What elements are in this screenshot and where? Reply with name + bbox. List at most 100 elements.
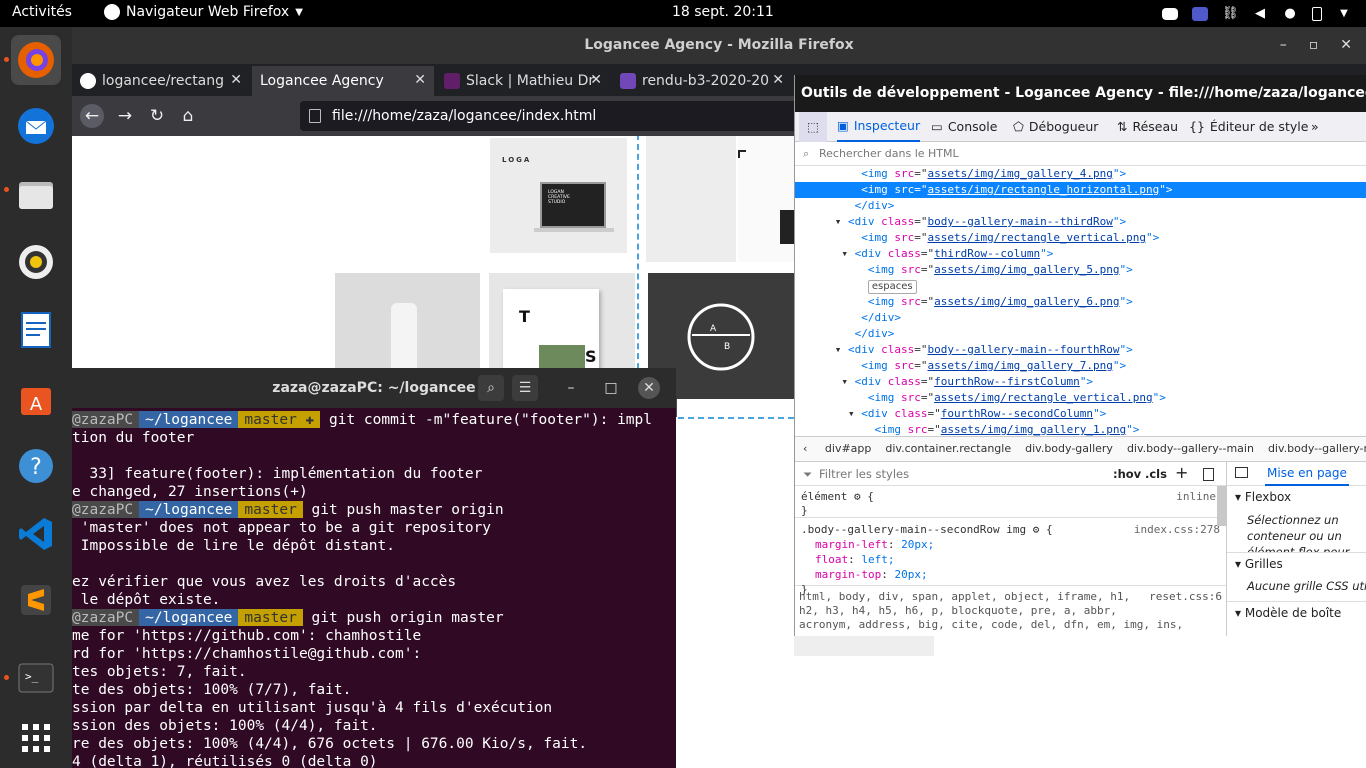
devtools-titlebar[interactable]: Outils de développement - Logancee Agenc… [795,75,1366,112]
element-picker-icon[interactable]: ⬚ [799,112,827,142]
more-tabs-icon[interactable]: » [1311,112,1319,142]
tab-console[interactable]: ▭ Console [931,112,997,142]
markup-node[interactable]: espaces [795,278,1366,294]
add-rule-icon[interactable]: + [1175,461,1188,485]
reset-source[interactable]: reset.css:6 [1149,590,1222,604]
terminal-output[interactable]: @zazaPC ~/logancee master ✚ git commit -m"… [72,408,676,768]
tab-logancee[interactable]: Logancee Agency ✕ [252,66,434,96]
back-button[interactable]: ← [80,104,104,128]
teams-icon[interactable] [1192,6,1208,21]
rule-source[interactable]: index.css:278 [1134,522,1220,537]
discord-icon[interactable] [1162,7,1178,20]
menu-icon[interactable]: ☰ [512,375,538,401]
cls-button[interactable]: .cls [1145,462,1167,486]
home-button[interactable]: ⌂ [176,104,200,128]
dock-terminal[interactable]: >_ [11,653,61,703]
system-tray[interactable]: ⛓ ◀ ● ▼ [1162,2,1352,25]
dock-rhythmbox[interactable] [11,237,61,287]
grilles-section[interactable]: ▾ Grilles [1227,552,1366,575]
hov-button[interactable]: :hov [1113,462,1141,486]
dock-files[interactable] [11,169,61,219]
tab-slack[interactable]: Slack | Mathieu Dr ✕ [436,66,610,96]
breadcrumb-item[interactable]: div.body-gallery [1025,442,1113,455]
breadcrumb-item[interactable]: div.body--gallery-main--se [1268,442,1366,455]
sidebar-toggle-icon[interactable] [1235,467,1248,478]
gear-icon[interactable]: ⚙ { [1026,523,1053,536]
markup-node[interactable]: </div> [795,326,1366,342]
tab-debogueur[interactable]: ⬠ Débogueur [1013,112,1098,142]
css-declaration[interactable]: margin-left: 20px; [815,537,1220,552]
markup-node[interactable]: <img src="assets/img/img_gallery_4.png"> [795,166,1366,182]
tab-editeur-style[interactable]: {} Éditeur de style [1189,112,1308,142]
microphone-icon[interactable]: ● [1282,6,1298,21]
terminal-window[interactable]: zaza@zazaPC: ~/logancee ⌕ ☰ – □ ✕ @zazaP… [72,368,676,768]
maximize-button[interactable]: ▫ [1309,27,1319,64]
markup-node[interactable]: ▾ <div class="fourthRow--firstColumn"> [795,374,1366,390]
rules-scrollbar[interactable] [1217,486,1227,526]
close-button[interactable]: ✕ [638,377,660,399]
maximize-button[interactable]: □ [598,375,624,401]
box-model-section[interactable]: ▾ Modèle de boîte [1227,601,1366,624]
dock-thunderbird[interactable] [11,101,61,151]
markup-node[interactable]: ▾ <div class="body--gallery-main--thirdR… [795,214,1366,230]
minimize-button[interactable]: – [558,375,584,401]
dock-sublime-text[interactable] [11,575,61,625]
close-tab-icon[interactable]: ✕ [590,72,602,88]
markup-node[interactable]: </div> [795,198,1366,214]
clock[interactable]: 18 sept. 20:11 [672,4,774,20]
chevron-down-icon[interactable]: ▼ [1336,7,1352,21]
css-declaration[interactable]: margin-top: 20px; [815,567,1220,582]
markup-node[interactable]: ▾ <div class="fourthRow--secondColumn"> [795,406,1366,422]
tab-rendu[interactable]: rendu-b3-2020-20 ✕ [612,66,792,96]
dock-vscode[interactable] [11,509,61,559]
dock-help[interactable]: ? [11,441,61,491]
breadcrumb-item[interactable]: div#app [825,442,871,455]
battery-icon[interactable] [1312,6,1322,21]
close-tab-icon[interactable]: ✕ [772,72,784,88]
volume-icon[interactable]: ◀ [1252,6,1268,21]
gear-icon[interactable]: ⚙ { [854,490,874,503]
markup-node[interactable]: <img src="assets/img/rectangle_horizonta… [795,182,1366,198]
breadcrumb-item[interactable]: div.body--gallery--main [1127,442,1254,455]
styles-filter[interactable]: ⏷ Filtrer les styles :hov .cls + [795,462,1226,486]
tab-github[interactable]: logancee/rectang ✕ [72,66,250,96]
breadcrumb-back-icon[interactable]: ‹ [803,442,807,455]
markup-node[interactable]: <img src="assets/img/img_gallery_6.png"> [795,294,1366,310]
close-tab-icon[interactable]: ✕ [230,72,242,88]
html-search[interactable]: ⌕ Rechercher dans le HTML [795,142,1366,166]
rule-source[interactable]: inline [1176,490,1216,503]
markup-node[interactable]: </div> [795,310,1366,326]
rule-selector[interactable]: .body--gallery-main--secondRow img [801,523,1026,536]
close-tab-icon[interactable]: ✕ [414,72,426,88]
markup-node[interactable]: ▾ <div class="body--gallery-main--fourth… [795,342,1366,358]
markup-node[interactable]: <img src="assets/img/img_gallery_5.png"> [795,262,1366,278]
markup-node[interactable]: ▾ <div class="thirdRow--column"> [795,246,1366,262]
activities-button[interactable]: Activités [12,4,72,20]
minimize-button[interactable]: – [1280,27,1287,64]
dock-ubuntu-software[interactable]: A [11,373,61,423]
print-media-icon[interactable] [1203,468,1214,481]
breadcrumb-item[interactable]: div.container.rectangle [885,442,1011,455]
dock-firefox[interactable] [11,35,61,85]
markup-tree[interactable]: <img src="assets/img/img_gallery_4.png">… [795,166,1366,436]
flexbox-section[interactable]: ▾ Flexbox [1227,486,1366,508]
network-icon[interactable]: ⛓ [1222,6,1239,21]
firefox-titlebar[interactable]: Logancee Agency - Mozilla Firefox – ▫ ✕ [72,27,1366,64]
show-applications-button[interactable] [11,713,61,763]
forward-button[interactable]: → [113,104,137,128]
markup-node[interactable]: <img src="assets/img/img_gallery_1.png"> [795,422,1366,436]
terminal-titlebar[interactable]: zaza@zazaPC: ~/logancee ⌕ ☰ – □ ✕ [72,368,676,408]
tab-reseau[interactable]: ⇅ Réseau [1117,112,1178,142]
search-icon[interactable]: ⌕ [478,375,504,401]
css-declaration[interactable]: float: left; [815,552,1220,567]
dock-libreoffice-writer[interactable] [11,305,61,355]
tab-mise-en-page[interactable]: Mise en page [1265,462,1349,486]
markup-node[interactable]: <img src="assets/img/rectangle_vertical.… [795,230,1366,246]
reload-button[interactable]: ↻ [145,104,169,128]
tab-inspecteur[interactable]: ▣ Inspecteur [837,112,921,142]
whitespace-badge[interactable]: espaces [867,280,917,294]
app-menu[interactable]: Navigateur Web Firefox ▼ [104,4,303,20]
close-button[interactable]: ✕ [1340,27,1352,64]
markup-node[interactable]: <img src="assets/img/rectangle_vertical.… [795,390,1366,406]
markup-node[interactable]: <img src="assets/img/img_gallery_7.png"> [795,358,1366,374]
